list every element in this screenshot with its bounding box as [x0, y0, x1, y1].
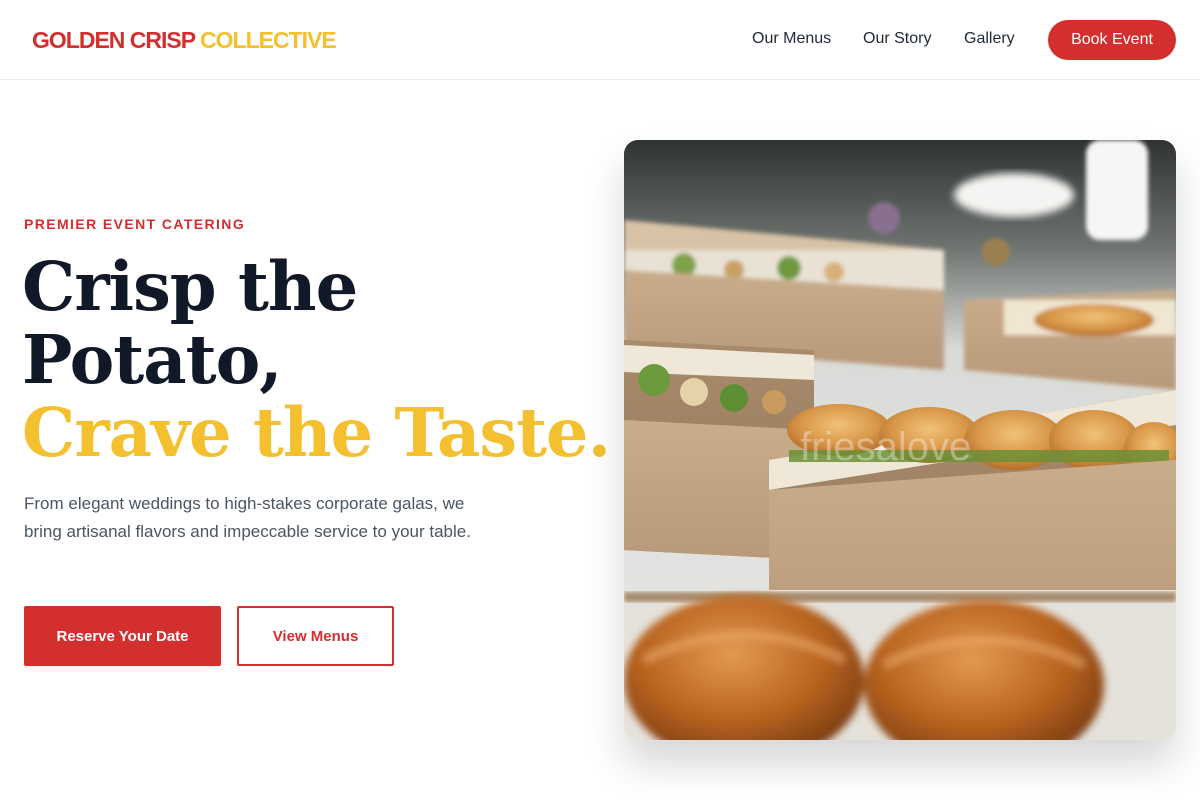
- site-header: GOLDEN CRISP COLLECTIVE Our Menus Our St…: [0, 0, 1200, 80]
- cup-shape: [1086, 140, 1148, 240]
- hero-eyebrow: PREMIER EVENT CATERING: [24, 216, 246, 232]
- headline-accent: Crave the Taste.: [22, 393, 611, 472]
- hero-headline: Crisp the Potato, Crave the Taste.: [22, 247, 611, 472]
- headline-line-1: Crisp the: [22, 247, 358, 326]
- reserve-your-date-button[interactable]: Reserve Your Date: [24, 606, 221, 666]
- hero-catering-photo: friesalove: [624, 140, 1176, 740]
- hero-subtext: From elegant weddings to high-stakes cor…: [24, 494, 471, 541]
- image-watermark: friesalove: [800, 425, 971, 469]
- logo-word-golden-crisp: GOLDEN CRISP: [32, 27, 196, 53]
- view-menus-button[interactable]: View Menus: [237, 606, 394, 666]
- book-event-button[interactable]: Book Event: [1048, 20, 1176, 60]
- headline-line-2: Potato,: [22, 320, 283, 399]
- jar-shape-2: [982, 238, 1010, 266]
- jar-shape: [868, 202, 900, 234]
- plate-shape: [954, 173, 1074, 217]
- catering-boxes-illustration: friesalove: [624, 140, 1176, 740]
- logo-word-collective: COLLECTIVE: [200, 27, 337, 53]
- nav-link-our-story[interactable]: Our Story: [863, 29, 931, 49]
- nav-link-gallery[interactable]: Gallery: [964, 29, 1015, 49]
- nav-link-our-menus[interactable]: Our Menus: [752, 29, 831, 49]
- site-logo[interactable]: GOLDEN CRISP COLLECTIVE: [32, 26, 337, 54]
